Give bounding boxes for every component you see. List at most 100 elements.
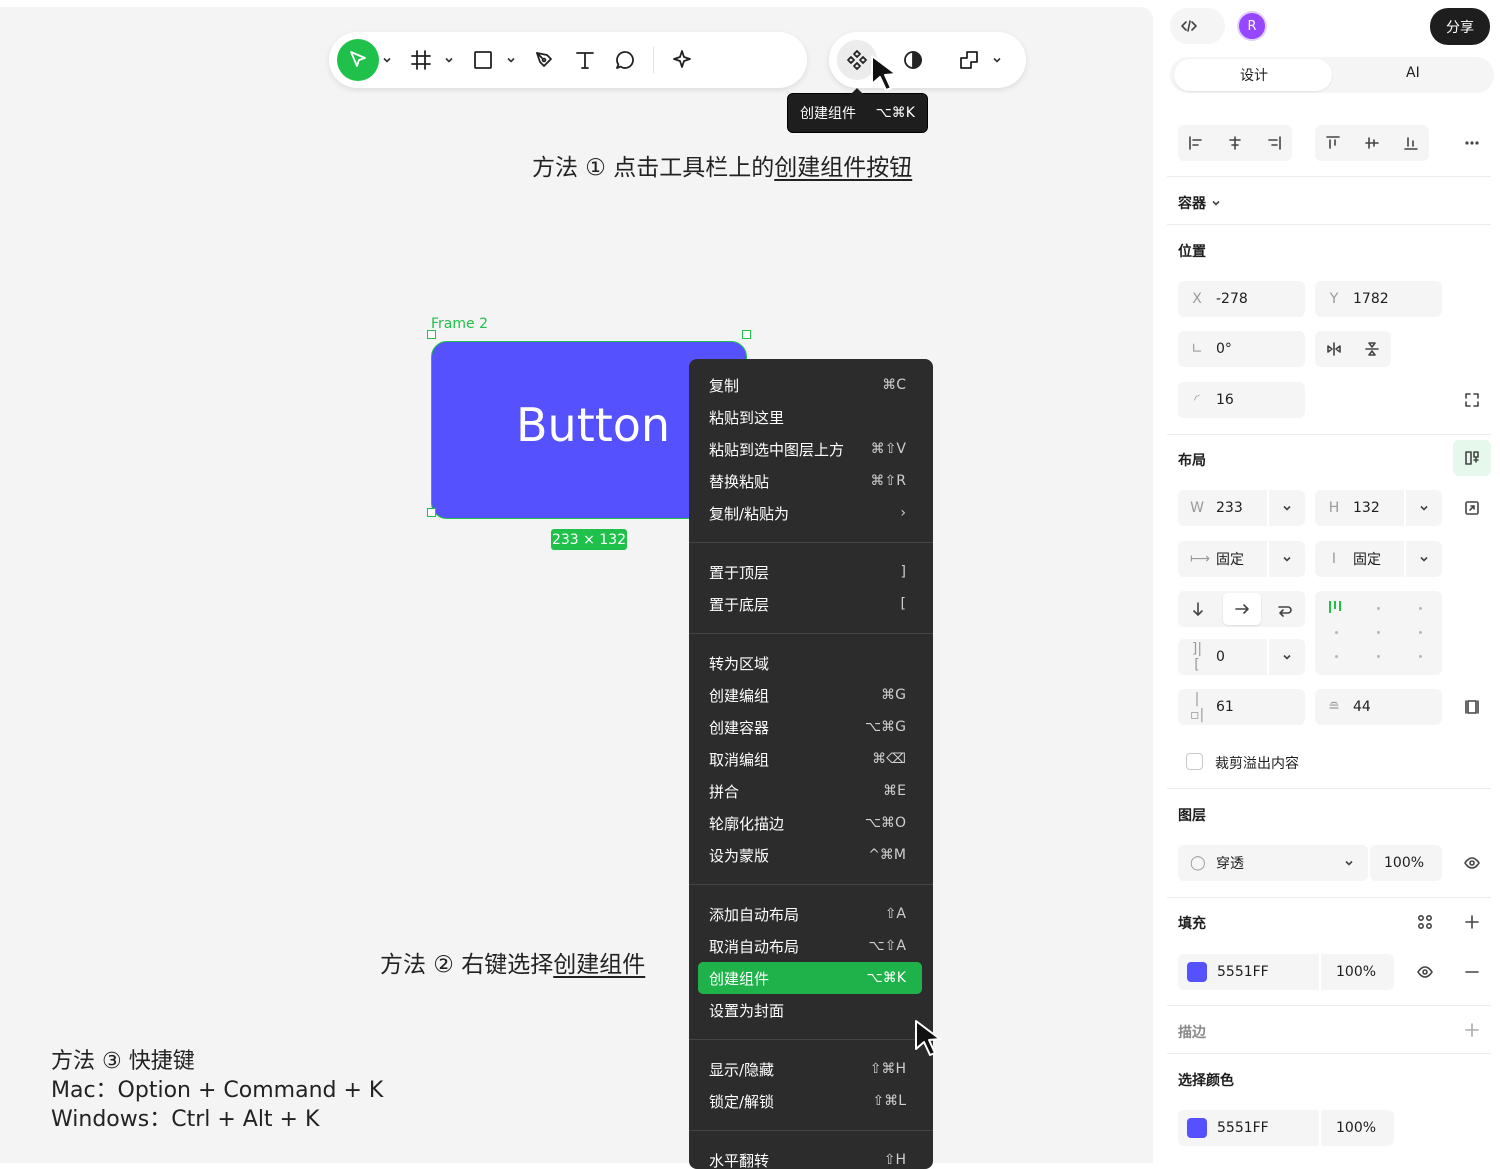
menu-item[interactable]: 添加自动布局⇧A — [689, 898, 933, 930]
resize-to-fit-icon[interactable] — [1460, 496, 1484, 520]
width-sizing-select[interactable]: ⟼ 固定 — [1178, 541, 1305, 577]
tab-design[interactable]: 设计 — [1240, 65, 1268, 85]
align-center-v-icon[interactable] — [1360, 131, 1384, 155]
eye-icon[interactable] — [1413, 960, 1437, 984]
comment-tool-button[interactable] — [605, 40, 645, 80]
wrap-icon[interactable] — [1272, 597, 1296, 621]
selection-color-field[interactable]: 5551FF 100% — [1178, 1110, 1394, 1146]
menu-item-label: 显示/隐藏 — [709, 1059, 774, 1080]
tooltip: 创建组件 ⌥⌘K — [787, 93, 928, 133]
shape-tool-dropdown[interactable] — [503, 48, 519, 72]
height-sizing-select[interactable]: I 固定 — [1315, 541, 1442, 577]
blend-mode-dropdown[interactable] — [1330, 845, 1368, 881]
add-fill-icon[interactable] — [1460, 910, 1484, 934]
selection-toolbar — [829, 32, 1026, 88]
menu-item-label: 水平翻转 — [709, 1150, 769, 1169]
flip-vertical-icon[interactable] — [1360, 337, 1384, 361]
menu-item[interactable]: 粘贴到选中图层上方⌘⇧V — [689, 433, 933, 465]
menu-item[interactable]: 拼合⌘E — [689, 775, 933, 807]
menu-item[interactable]: 创建编组⌘G — [689, 679, 933, 711]
stroke-title: 描边 — [1178, 1022, 1206, 1042]
chevron-down-icon — [1282, 652, 1292, 662]
eye-icon[interactable] — [1460, 851, 1484, 875]
corner-radius-field[interactable]: ◜ 16 — [1178, 382, 1305, 418]
pen-tool-button[interactable] — [525, 40, 565, 80]
add-stroke-icon[interactable] — [1460, 1018, 1484, 1042]
align-top-icon[interactable] — [1321, 131, 1345, 155]
frame-tool-dropdown[interactable] — [441, 48, 457, 72]
tab-ai[interactable]: AI — [1406, 65, 1420, 81]
align-right-icon[interactable] — [1262, 131, 1286, 155]
width-sizing-dropdown[interactable] — [1267, 541, 1305, 577]
menu-item[interactable]: 设置为封面 — [689, 994, 933, 1026]
menu-item[interactable]: 创建容器⌥⌘G — [689, 711, 933, 743]
menu-item[interactable]: 粘贴到这里 — [689, 401, 933, 433]
individual-padding-icon[interactable] — [1460, 695, 1484, 719]
more-options-icon[interactable] — [1460, 131, 1484, 155]
clip-content-checkbox[interactable] — [1186, 753, 1203, 770]
alignment-grid[interactable] — [1315, 591, 1442, 675]
resize-handle-top-right[interactable] — [742, 330, 751, 339]
layer-opacity-field[interactable]: 100% — [1370, 845, 1442, 881]
menu-item[interactable]: 复制⌘C — [689, 369, 933, 401]
menu-item[interactable]: 轮廓化描边⌥⌘O — [689, 807, 933, 839]
menu-item[interactable]: 置于顶层] — [689, 556, 933, 588]
auto-layout-button[interactable] — [1453, 440, 1491, 476]
direction-horizontal-active[interactable] — [1223, 593, 1261, 625]
fill-color-field[interactable]: 5551FF 100% — [1178, 954, 1394, 990]
frame-name-label[interactable]: Frame 2 — [431, 316, 488, 332]
align-center-h-icon[interactable] — [1223, 131, 1247, 155]
menu-item[interactable]: 取消编组⌘⌫ — [689, 743, 933, 775]
boolean-dropdown[interactable] — [989, 48, 1005, 72]
menu-item[interactable]: 显示/隐藏⇧⌘H — [689, 1053, 933, 1085]
horizontal-padding-field[interactable]: |▫| 61 — [1178, 689, 1305, 725]
move-tool-dropdown[interactable] — [379, 48, 395, 72]
x-field[interactable]: X -278 — [1178, 281, 1305, 317]
dev-mode-toggle[interactable] — [1170, 8, 1225, 44]
method3-windows: Windows：Ctrl + Alt + K — [51, 1105, 383, 1134]
frame-tool-button[interactable] — [401, 40, 441, 80]
menu-item[interactable]: 锁定/解锁⇧⌘L — [689, 1085, 933, 1117]
height-sizing-dropdown[interactable] — [1404, 541, 1442, 577]
boolean-button[interactable] — [949, 40, 989, 80]
text-tool-button[interactable] — [565, 40, 605, 80]
canvas[interactable]: 创建组件 ⌥⌘K 方法 ① 点击工具栏上的创建组件按钮 Frame 2 Butt… — [0, 7, 1153, 1163]
gap-dropdown[interactable] — [1267, 639, 1305, 675]
vertical-padding-field[interactable]: ≘ 44 — [1315, 689, 1442, 725]
vertical-padding-icon: ≘ — [1327, 699, 1341, 715]
height-dropdown[interactable] — [1404, 490, 1442, 526]
avatar[interactable]: R — [1237, 11, 1267, 41]
styles-grid-icon[interactable] — [1413, 910, 1437, 934]
width-dropdown[interactable] — [1267, 490, 1305, 526]
gap-field[interactable]: ]|[ 0 — [1178, 639, 1305, 675]
remove-fill-icon[interactable] — [1460, 960, 1484, 984]
ai-tool-button[interactable] — [662, 40, 702, 80]
independent-corners-icon[interactable] — [1460, 388, 1484, 412]
menu-item[interactable]: 取消自动布局⌥⇧A — [689, 930, 933, 962]
menu-item[interactable]: 替换粘贴⌘⇧R — [689, 465, 933, 497]
menu-item[interactable]: 设为蒙版^⌘M — [689, 839, 933, 871]
container-type-dropdown[interactable]: 容器 — [1178, 193, 1221, 213]
resize-handle-bottom-left[interactable] — [427, 508, 436, 517]
arrow-down-icon[interactable] — [1186, 597, 1210, 621]
align-left-icon[interactable] — [1184, 131, 1208, 155]
move-tool-button[interactable] — [337, 39, 379, 81]
rotation-field[interactable]: ∟ 0° — [1178, 331, 1305, 367]
y-field[interactable]: Y 1782 — [1315, 281, 1442, 317]
menu-item[interactable]: 转为区域 — [689, 647, 933, 679]
selection-color-swatch[interactable] — [1187, 1118, 1207, 1138]
menu-item[interactable]: 水平翻转⇧H — [689, 1144, 933, 1169]
blend-mode-select[interactable]: ◯ 穿透 — [1178, 845, 1368, 881]
align-bottom-icon[interactable] — [1399, 131, 1423, 155]
width-field[interactable]: W 233 — [1178, 490, 1305, 526]
menu-item-create-component[interactable]: 创建组件⌥⌘K — [698, 962, 922, 994]
resize-handle-top-left[interactable] — [427, 330, 436, 339]
menu-item[interactable]: 置于底层[ — [689, 588, 933, 620]
share-button[interactable]: 分享 — [1430, 8, 1490, 45]
height-field[interactable]: H 132 — [1315, 490, 1442, 526]
fill-swatch[interactable] — [1187, 962, 1207, 982]
menu-divider — [689, 542, 933, 543]
flip-horizontal-icon[interactable] — [1322, 337, 1346, 361]
menu-item[interactable]: 复制/粘贴为› — [689, 497, 933, 529]
rectangle-tool-button[interactable] — [463, 40, 503, 80]
